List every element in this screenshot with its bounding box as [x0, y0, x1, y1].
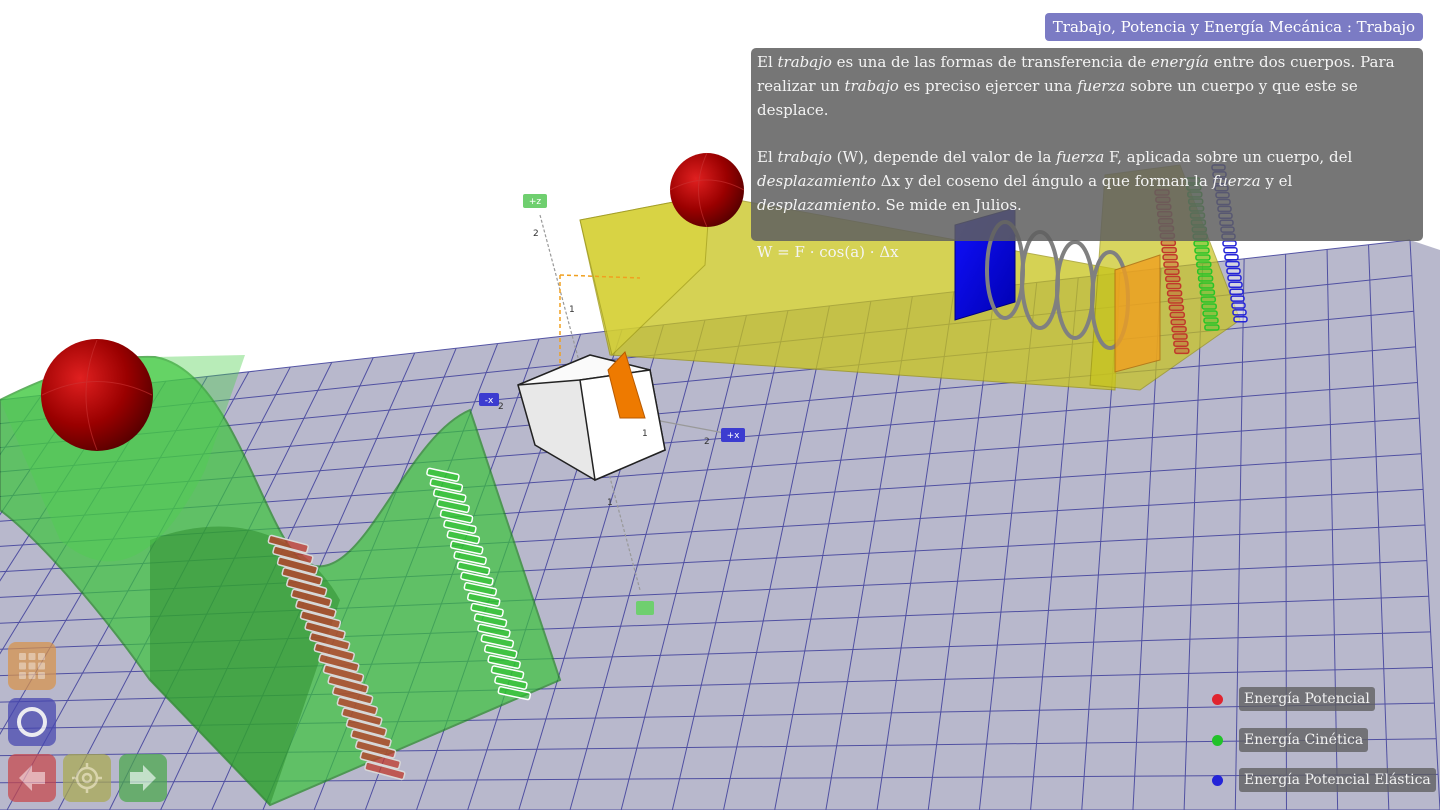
text-run: fuerza: [1077, 77, 1126, 95]
energy-bar-segment: [1165, 275, 1181, 283]
energy-bar-segment: [1231, 302, 1246, 309]
text-run: (W), depende del valor de la: [831, 148, 1057, 166]
tick-label: 2: [704, 437, 710, 447]
energy-bar-segment: [1197, 275, 1214, 282]
text-run: es preciso ejercer una: [898, 77, 1078, 95]
legend-dot: [1212, 694, 1223, 705]
legend-dot: [1212, 775, 1223, 786]
axis-z-label: +z: [529, 197, 542, 207]
text-run: fuerza: [1056, 148, 1105, 166]
formula: W = F · cos(a) · Δx: [757, 243, 899, 261]
energy-bar-segment: [1203, 317, 1219, 324]
axis-neg-z-badge: [636, 601, 654, 615]
axis-neg-x-label: -x: [485, 396, 494, 406]
energy-bar-segment: [1232, 309, 1247, 316]
page-title: Trabajo, Potencia y Energía Mecánica : T…: [1044, 13, 1423, 41]
text-run: trabajo: [777, 148, 832, 166]
text-run: fuerza: [1212, 172, 1261, 190]
energy-bar-segment: [1198, 282, 1215, 289]
arrow-left-icon: [19, 765, 45, 791]
energy-bar-segment: [1170, 318, 1186, 326]
energy-bar-segment: [1226, 267, 1241, 275]
energy-bar-segment: [1202, 310, 1218, 317]
text-run: energía: [1150, 53, 1209, 71]
energy-bar-segment: [1165, 282, 1182, 290]
text-run: desplazamiento: [757, 196, 876, 214]
energy-bar-segment: [1169, 311, 1186, 319]
text-run: trabajo: [844, 77, 899, 95]
info-paragraph-1: El trabajo es una de las formas de trans…: [757, 50, 1417, 122]
text-run: . Se mide en Julios.: [875, 196, 1022, 214]
text-run: trabajo: [777, 53, 832, 71]
energy-bar-segment: [1201, 303, 1217, 310]
energy-bar-segment: [1230, 295, 1245, 302]
text-run: y el: [1260, 172, 1293, 190]
info-panel: El trabajo es una de las formas de trans…: [751, 48, 1423, 261]
legend-label: Energía Potencial Elástica: [1239, 768, 1436, 792]
text-run: El: [757, 53, 778, 71]
back-button[interactable]: [8, 754, 56, 802]
axis-x-label: +x: [727, 431, 741, 441]
tick-label: 1: [569, 305, 575, 315]
ball-left: [41, 339, 153, 451]
tick-label: 2: [498, 402, 504, 412]
energy-bar-segment: [1229, 288, 1244, 295]
text-run: Δx y del coseno del ángulo a que forman …: [875, 172, 1213, 190]
circle-icon: [17, 707, 47, 737]
energy-bar-segment: [1171, 326, 1187, 333]
text-run: El: [757, 148, 778, 166]
center-button[interactable]: [63, 754, 111, 802]
arrow-right-icon: [130, 765, 156, 791]
energy-bar-segment: [1174, 347, 1190, 355]
energy-bar-segment: [1168, 304, 1185, 311]
tick-label: 1: [607, 498, 613, 508]
energy-bar-segment: [1173, 340, 1189, 347]
grid-icon: [19, 653, 45, 679]
info-paragraph-2: El trabajo (W), depende del valor de la …: [757, 145, 1417, 217]
energy-bar-segment: [1166, 290, 1183, 297]
energy-bar-segment: [1228, 281, 1243, 289]
energy-bar-segment: [1196, 268, 1213, 275]
energy-bar-segment: [1199, 289, 1216, 296]
energy-bar-segment: [1172, 333, 1188, 340]
energy-bar-segment: [1233, 316, 1248, 323]
ball-top: [669, 152, 745, 228]
record-button[interactable]: [8, 698, 56, 746]
legend-label: Energía Potencial: [1239, 687, 1375, 711]
energy-bar-segment: [1227, 274, 1242, 282]
tick-label: 1: [642, 429, 648, 439]
forward-button[interactable]: [119, 754, 167, 802]
text-run: F, aplicada sobre un cuerpo, del: [1104, 148, 1353, 166]
text-run: desplazamiento: [757, 172, 876, 190]
energy-bar-segment: [1167, 297, 1184, 304]
crosshair-icon: [72, 763, 102, 793]
legend-label: Energía Cinética: [1239, 728, 1369, 752]
energy-bar-segment: [1204, 324, 1220, 331]
tick-label: 2: [533, 229, 539, 239]
energy-bar-segment: [1164, 268, 1180, 275]
grid-menu-button[interactable]: [8, 642, 56, 690]
text-run: es una de las formas de transferencia de: [831, 53, 1151, 71]
energy-bar-segment: [1200, 296, 1217, 303]
legend-dot: [1212, 735, 1223, 746]
